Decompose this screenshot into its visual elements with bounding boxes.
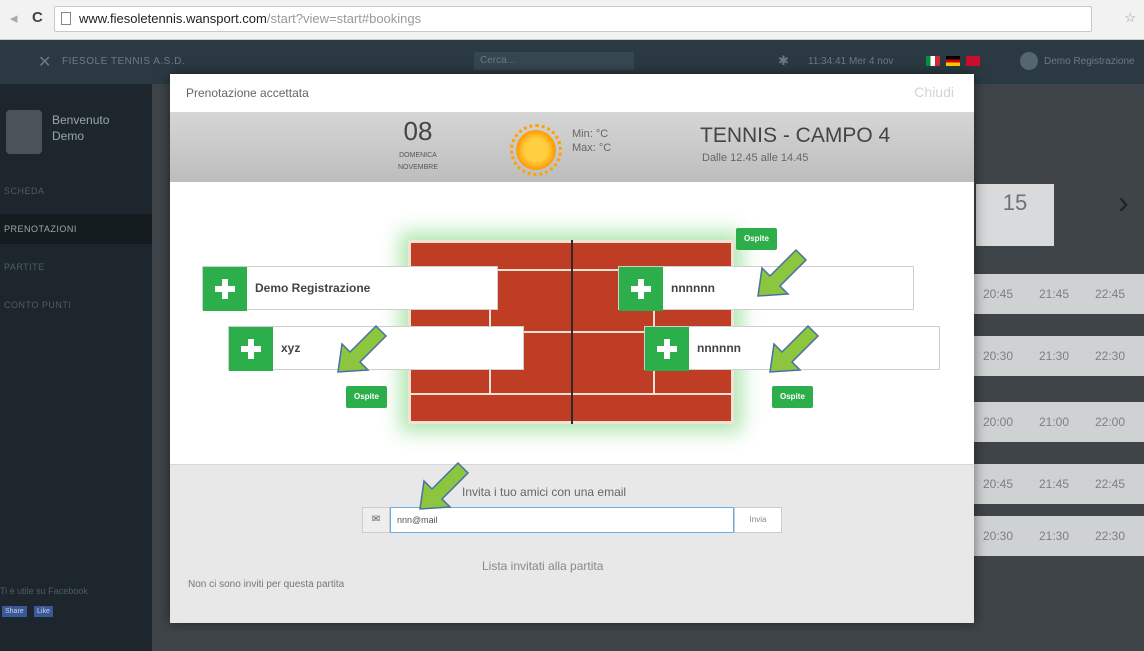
calendar-day[interactable]: 15 [976,184,1054,246]
english-flag-icon[interactable] [966,56,980,66]
no-invites-text: Non ci sono inviti per questa partita [188,579,345,590]
annotation-arrow-icon [419,461,470,510]
facebook-share-button[interactable]: Share [2,606,27,617]
invite-section: Invita i tuo amici con una email ✉ Invia… [170,461,974,623]
user-name[interactable]: Demo Registrazione [1044,56,1135,67]
reload-icon[interactable]: C [32,9,43,26]
sidebar-item-partite[interactable]: PARTITE [0,252,152,282]
add-player-icon[interactable] [203,267,247,311]
sun-icon [510,124,562,176]
back-icon[interactable]: ◂ [10,9,18,27]
close-button[interactable]: Chiudi [914,84,954,100]
sidebar: Benvenuto Demo SCHEDA PRENOTAZIONI PARTI… [0,84,152,651]
guest-button-bottom-left[interactable]: Ospite [346,386,387,408]
search-input[interactable]: Cerca... [474,52,634,70]
tennis-logo-icon: ✕ [38,54,52,71]
settings-icon[interactable]: ✱ [778,53,789,69]
page-icon [61,12,71,25]
annotation-arrow-icon [769,324,820,373]
time-row: 20:45 21:45 22:45 [970,464,1144,504]
temp-max: Max: °C [572,142,612,154]
time-row: 20:45 21:45 22:45 [970,274,1144,314]
url-text: www.fiesoletennis.wansport.com/start?vie… [79,11,422,26]
club-name: FIESOLE TENNIS A.S.D. [62,56,186,67]
add-player-icon[interactable] [645,327,689,371]
sidebar-item-scheda[interactable]: SCHEDA [0,176,152,206]
envelope-icon: ✉ [362,507,390,533]
welcome-user: Demo [52,129,85,143]
court-area: Demo Registrazione xyz nnnnnn nnnnnn Osp… [170,182,974,464]
day-number: 15 [1002,190,1028,215]
player-slot-left-top[interactable]: Demo Registrazione [202,266,498,311]
player-name: Demo Registrazione [255,281,371,295]
user-avatar[interactable] [1020,52,1038,70]
invited-list-title: Lista invitati alla partita [482,559,604,573]
court-name: TENNIS - CAMPO 4 [700,124,891,147]
booking-info-bar: 08 DOMENICA NOVEMBRE Min: °C Max: °C TEN… [170,112,974,182]
weekday: DOMENICA [399,152,437,159]
address-bar[interactable]: www.fiesoletennis.wansport.com/start?vie… [54,6,1092,32]
welcome-line: Benvenuto [52,113,110,127]
add-player-icon[interactable] [619,267,663,311]
date-label: DOMENICA NOVEMBRE [368,150,468,174]
annotation-arrow-icon [337,324,388,373]
modal-title: Prenotazione accettata [186,86,309,100]
welcome-text: Benvenuto Demo [52,112,109,144]
guest-button-bottom-right[interactable]: Ospite [772,386,813,408]
player-name: nnnnnn [671,281,715,295]
browser-toolbar: ◂ C www.fiesoletennis.wansport.com/start… [0,0,1144,40]
player-name: nnnnnn [697,341,741,355]
facebook-like-button[interactable]: Like [34,606,53,617]
facebook-text: Ti è utile su Facebook [0,586,88,596]
booking-modal: Prenotazione accettata Chiudi 08 DOMENIC… [170,74,974,623]
time-row: 20:30 21:30 22:30 [970,516,1144,556]
chevron-right-icon[interactable]: › [1118,184,1129,221]
star-icon[interactable]: ☆ [1124,10,1136,26]
date-number: 08 [403,116,433,146]
sidebar-item-prenotazioni[interactable]: PRENOTAZIONI [0,214,152,244]
german-flag-icon[interactable] [946,56,960,66]
time-row: 20:30 21:30 22:30 [970,336,1144,376]
annotation-arrow-icon [757,248,808,297]
italian-flag-icon[interactable] [926,56,940,66]
modal-header: Prenotazione accettata Chiudi [170,74,974,113]
court-net [571,240,573,424]
player-name: xyz [281,341,301,355]
invite-button[interactable]: Invia [734,507,782,533]
temp-min: Min: °C [572,128,609,140]
datetime: 11:34:41 Mer 4 nov [808,56,894,67]
month: NOVEMBRE [397,164,439,171]
sidebar-item-conto-punti[interactable]: CONTO PUNTI [0,290,152,320]
time-row: 20:00 21:00 22:00 [970,402,1144,442]
time-range: Dalle 12.45 alle 14.45 [702,152,809,164]
invite-label: Invita i tuo amici con una email [462,485,627,499]
add-player-icon[interactable] [229,327,273,371]
avatar [6,110,42,154]
